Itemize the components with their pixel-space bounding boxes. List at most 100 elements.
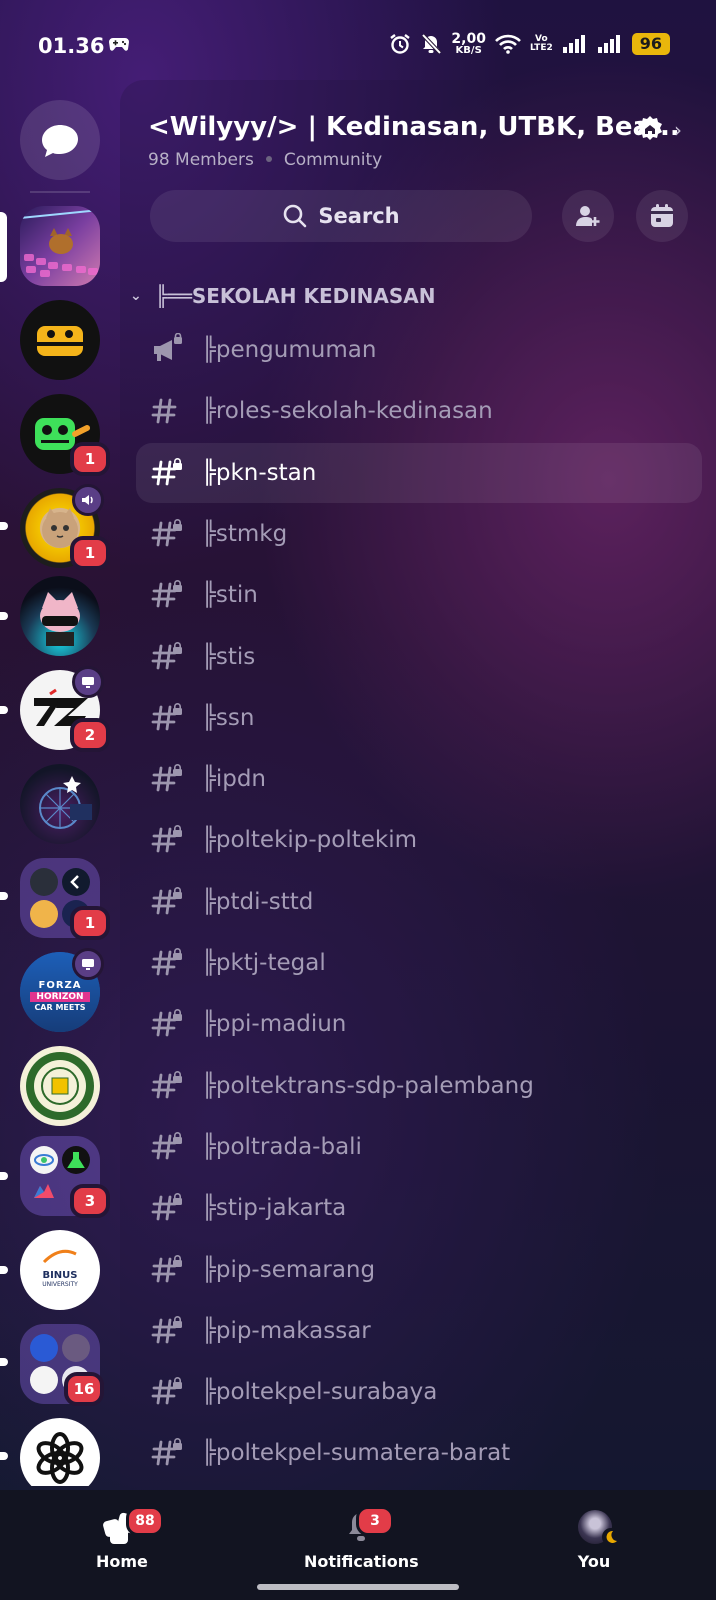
channel-item[interactable]: ╠poltrada-bali xyxy=(136,1117,702,1177)
channel-item[interactable]: ╠ipdn xyxy=(136,749,702,809)
locked-text-channel-icon xyxy=(150,517,184,551)
signal-icon xyxy=(597,35,620,53)
unread-indicator xyxy=(0,1172,8,1180)
keyboard-cat-avatar xyxy=(20,209,100,277)
channel-name: ╠stis xyxy=(202,644,256,670)
server-yellow-bot[interactable] xyxy=(20,300,100,380)
search-button[interactable]: Search xyxy=(150,190,532,242)
volte-indicator: Vo LTE2 xyxy=(530,35,553,53)
server-sunflower-cat[interactable]: 1 xyxy=(20,484,110,570)
member-count: 98 Members xyxy=(148,150,254,170)
channel-name: ╠ipdn xyxy=(202,766,267,792)
voice-activity-indicator xyxy=(72,484,104,516)
binus-swoosh-icon xyxy=(42,1249,77,1264)
locked-text-channel-icon xyxy=(150,578,184,612)
channel-name: ╠pktj-tegal xyxy=(202,950,326,976)
channel-name: ╠ppi-madiun xyxy=(202,1011,347,1037)
channel-item[interactable]: ╠pktj-tegal xyxy=(136,933,702,993)
locked-text-channel-icon xyxy=(150,885,184,919)
nav-you[interactable]: You xyxy=(576,1510,620,1571)
home-label: Home xyxy=(96,1552,148,1571)
folder-server-thumb xyxy=(62,1334,90,1362)
locked-text-channel-icon xyxy=(150,1314,184,1348)
server-folder-1[interactable]: 1 xyxy=(20,858,110,940)
direct-messages-button[interactable] xyxy=(20,100,100,180)
car-meets-text: CAR MEETS xyxy=(34,1003,86,1012)
channel-name: ╠ptdi-sttd xyxy=(202,889,314,915)
folder-server-thumb xyxy=(30,1366,58,1394)
server-helmet-cat[interactable] xyxy=(20,576,100,656)
lte-label: LTE2 xyxy=(529,43,553,53)
unread-badge: 1 xyxy=(70,442,110,476)
server-keyboard-cat[interactable] xyxy=(20,206,100,286)
channel-item[interactable]: ╠ptdi-sttd xyxy=(136,872,702,932)
channel-item[interactable]: ╠ssn xyxy=(136,688,702,748)
locked-text-channel-icon xyxy=(150,1007,184,1041)
chat-bubble-icon xyxy=(42,125,78,157)
server-binus-university[interactable]: BINUS UNIVERSITY xyxy=(20,1230,100,1310)
server-name[interactable]: <Wilyyy/> | Kedinasan, UTBK, Bea... xyxy=(148,112,680,142)
invite-members-button[interactable] xyxy=(562,190,614,242)
folder-server-thumb xyxy=(62,868,90,896)
category-header[interactable]: ⌄ ╠══SEKOLAH KEDINASAN xyxy=(130,284,436,308)
forza-text: FORZA xyxy=(38,980,82,991)
channel-item[interactable]: ╠ppi-madiun xyxy=(136,994,702,1054)
gesture-bar xyxy=(257,1584,459,1590)
channel-item[interactable]: ╠stin xyxy=(136,565,702,625)
channel-item[interactable]: ╠pengumuman xyxy=(136,320,702,380)
locked-text-channel-icon xyxy=(150,1191,184,1225)
yellow-bot-avatar xyxy=(37,326,83,356)
locked-text-channel-icon xyxy=(150,701,184,735)
channel-item[interactable]: ╠stis xyxy=(136,627,702,687)
server-university-seal[interactable] xyxy=(20,1046,100,1126)
unread-indicator xyxy=(0,706,8,714)
streaming-indicator xyxy=(72,948,104,980)
channel-item[interactable]: ╠roles-sekolah-kedinasan xyxy=(136,381,702,441)
separator-dot xyxy=(265,156,272,162)
network-speed-value: 2,00 xyxy=(451,31,486,47)
folder-server-thumb xyxy=(30,1334,58,1362)
channel-item[interactable]: ╠poltektrans-sdp-palembang xyxy=(136,1056,702,1116)
channel-item[interactable]: ╠poltekip-poltekim xyxy=(136,810,702,870)
nav-home[interactable]: Home 88 xyxy=(96,1506,164,1571)
server-7z-logo[interactable]: 2 xyxy=(20,666,110,752)
community-home-icon[interactable] xyxy=(636,114,664,142)
home-badge: 88 xyxy=(126,1506,164,1536)
channel-item[interactable]: ╠stip-jakarta xyxy=(136,1178,702,1238)
channel-item[interactable]: ╠poltekpel-sumatera-barat xyxy=(136,1423,702,1483)
channel-item[interactable]: ╠poltekpel-surabaya xyxy=(136,1362,702,1422)
server-folder-3[interactable]: 16 xyxy=(20,1324,104,1406)
locked-text-channel-icon xyxy=(150,1069,184,1103)
channel-item[interactable]: ╠pip-makassar xyxy=(136,1301,702,1361)
folder-server-thumb xyxy=(30,868,58,896)
status-bar: 01.36 2,00 KB/S Vo LTE2 96 xyxy=(0,0,716,90)
unread-indicator xyxy=(0,1358,8,1366)
server-forza-horizon[interactable]: FORZA HORIZON CAR MEETS xyxy=(20,948,104,1032)
channel-item[interactable]: ╠pip-semarang xyxy=(136,1240,702,1300)
server-green-bot[interactable]: 1 xyxy=(20,394,110,476)
horizon-text: HORIZON xyxy=(30,992,90,1002)
helmet-cat-avatar xyxy=(40,592,80,646)
nav-notifications[interactable]: Notifications 3 xyxy=(304,1506,419,1571)
text-channel-icon xyxy=(150,394,184,428)
server-anime-art[interactable] xyxy=(20,764,100,844)
events-button[interactable] xyxy=(636,190,688,242)
channel-item[interactable]: ╠pkn-stan xyxy=(136,443,702,503)
alarm-icon xyxy=(390,34,411,54)
server-folder-2[interactable]: 3 xyxy=(20,1136,110,1218)
chevron-down-icon: ⌄ xyxy=(130,288,142,304)
channel-item[interactable]: ╠stmkg xyxy=(136,504,702,564)
chevron-right-icon[interactable]: › xyxy=(674,118,682,142)
unread-indicator xyxy=(0,612,8,620)
server-type: Community xyxy=(283,150,383,170)
server-rail[interactable]: 1 1 2 1 FORZA HORIZON CAR MEETS 3 BINUS … xyxy=(0,96,120,1486)
locked-text-channel-icon xyxy=(150,946,184,980)
network-speed-unit: KB/S xyxy=(455,45,482,56)
screen-share-icon xyxy=(82,959,94,970)
locked-text-channel-icon xyxy=(150,640,184,674)
university-seal-avatar xyxy=(26,1052,94,1120)
mute-bell-icon xyxy=(421,33,442,55)
signal-icon xyxy=(562,35,585,53)
server-openai[interactable] xyxy=(20,1418,100,1486)
idle-moon-icon xyxy=(606,1530,617,1543)
